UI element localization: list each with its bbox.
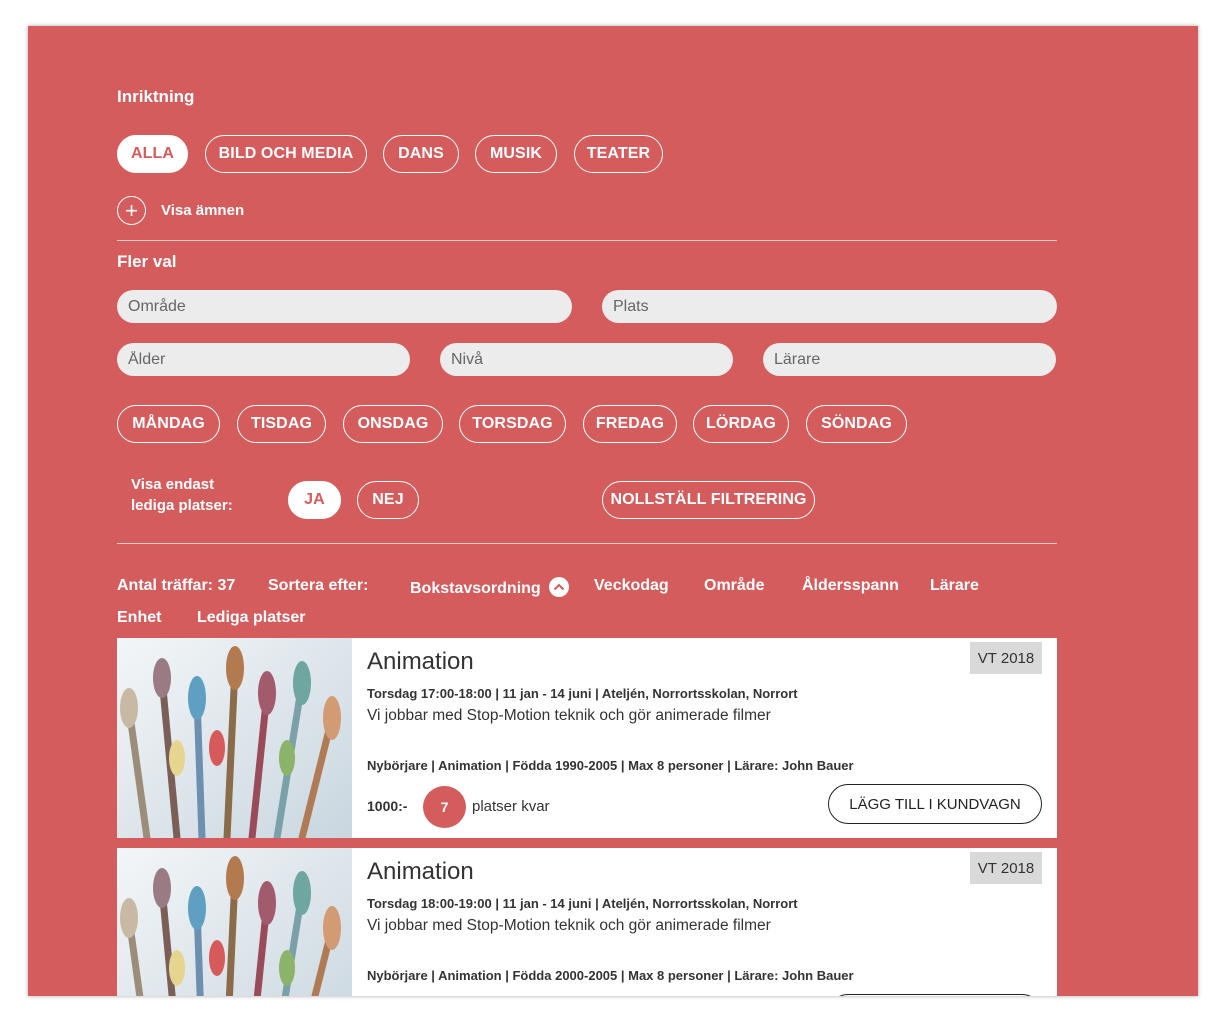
filter-panel: Inriktning ALLA BILD OCH MEDIA DANS MUSI… [28, 26, 1198, 996]
course-thumbnail-image [117, 848, 352, 996]
teacher-input[interactable] [763, 343, 1056, 376]
level-input[interactable] [440, 343, 733, 376]
sort-available-seats-link[interactable]: Lediga platser [197, 609, 305, 627]
day-thursday-button[interactable]: TORSDAG [459, 405, 566, 443]
course-schedule: Torsdag 18:00-19:00 | 11 jan - 14 juni |… [367, 896, 798, 911]
category-musik-button[interactable]: MUSIK [475, 135, 557, 173]
available-yes-button[interactable]: JA [288, 481, 341, 519]
course-description: Vi jobbar med Stop-Motion teknik och gör… [367, 707, 771, 724]
available-no-button[interactable]: NEJ [357, 481, 419, 519]
age-input[interactable] [117, 343, 410, 376]
sort-area-link[interactable]: Område [704, 577, 764, 595]
sort-alphabetical-label: Bokstavsordning [410, 580, 541, 597]
course-price: 1000:- [367, 798, 408, 814]
sort-age-span-link[interactable]: Åldersspann [802, 577, 899, 595]
inriktning-title: Inriktning [117, 87, 195, 106]
area-input[interactable] [117, 290, 572, 323]
day-monday-button[interactable]: MÅNDAG [117, 405, 220, 443]
course-title[interactable]: Animation [367, 858, 474, 886]
category-bild-och-media-button[interactable]: BILD OCH MEDIA [205, 135, 367, 173]
course-title[interactable]: Animation [367, 648, 474, 676]
chevron-up-icon [549, 577, 570, 597]
category-dans-button[interactable]: DANS [383, 135, 459, 173]
term-badge: VT 2018 [970, 642, 1042, 674]
available-only-label-line1: Visa endast [131, 476, 215, 493]
available-only-label: Visa endast lediga platser: [131, 474, 233, 516]
sort-alphabetical-link[interactable]: Bokstavsordning [410, 577, 570, 598]
day-saturday-button[interactable]: LÖRDAG [693, 405, 789, 443]
seats-left-text: platser kvar [472, 798, 550, 815]
show-subjects-link[interactable]: Visa ämnen [161, 202, 244, 219]
course-details: Nybörjare | Animation | Födda 1990-2005 … [367, 758, 854, 773]
seats-left-badge: 7 [423, 786, 466, 828]
sort-weekday-link[interactable]: Veckodag [594, 577, 669, 595]
day-wednesday-button[interactable]: ONSDAG [343, 405, 443, 443]
results-count: Antal träffar: 37 [117, 577, 236, 594]
course-card: Animation VT 2018 Torsdag 17:00-18:00 | … [117, 638, 1057, 838]
plus-icon[interactable]: + [117, 196, 146, 225]
sort-unit-link[interactable]: Enhet [117, 609, 161, 627]
place-input[interactable] [602, 290, 1057, 323]
term-badge: VT 2018 [970, 852, 1042, 884]
course-description: Vi jobbar med Stop-Motion teknik och gör… [367, 917, 771, 934]
course-thumbnail-image [117, 638, 352, 838]
category-alla-button[interactable]: ALLA [117, 135, 188, 173]
course-card: Animation VT 2018 Torsdag 18:00-19:00 | … [117, 848, 1057, 996]
divider [117, 240, 1057, 241]
sort-label: Sortera efter: [268, 577, 369, 594]
course-details: Nybörjare | Animation | Födda 2000-2005 … [367, 968, 854, 983]
add-to-cart-button[interactable]: LÄGG TILL I KUNDVAGN [828, 784, 1042, 824]
more-options-title: Fler val [117, 252, 177, 271]
reset-filter-button[interactable]: NOLLSTÄLL FILTRERING [602, 481, 815, 519]
day-tuesday-button[interactable]: TISDAG [237, 405, 326, 443]
course-schedule: Torsdag 17:00-18:00 | 11 jan - 14 juni |… [367, 686, 798, 701]
available-only-label-line2: lediga platser: [131, 497, 233, 514]
day-friday-button[interactable]: FREDAG [583, 405, 677, 443]
day-sunday-button[interactable]: SÖNDAG [806, 405, 907, 443]
divider [117, 543, 1057, 544]
add-to-cart-button[interactable] [828, 994, 1042, 996]
category-teater-button[interactable]: TEATER [574, 135, 663, 173]
sort-teacher-link[interactable]: Lärare [930, 577, 979, 595]
